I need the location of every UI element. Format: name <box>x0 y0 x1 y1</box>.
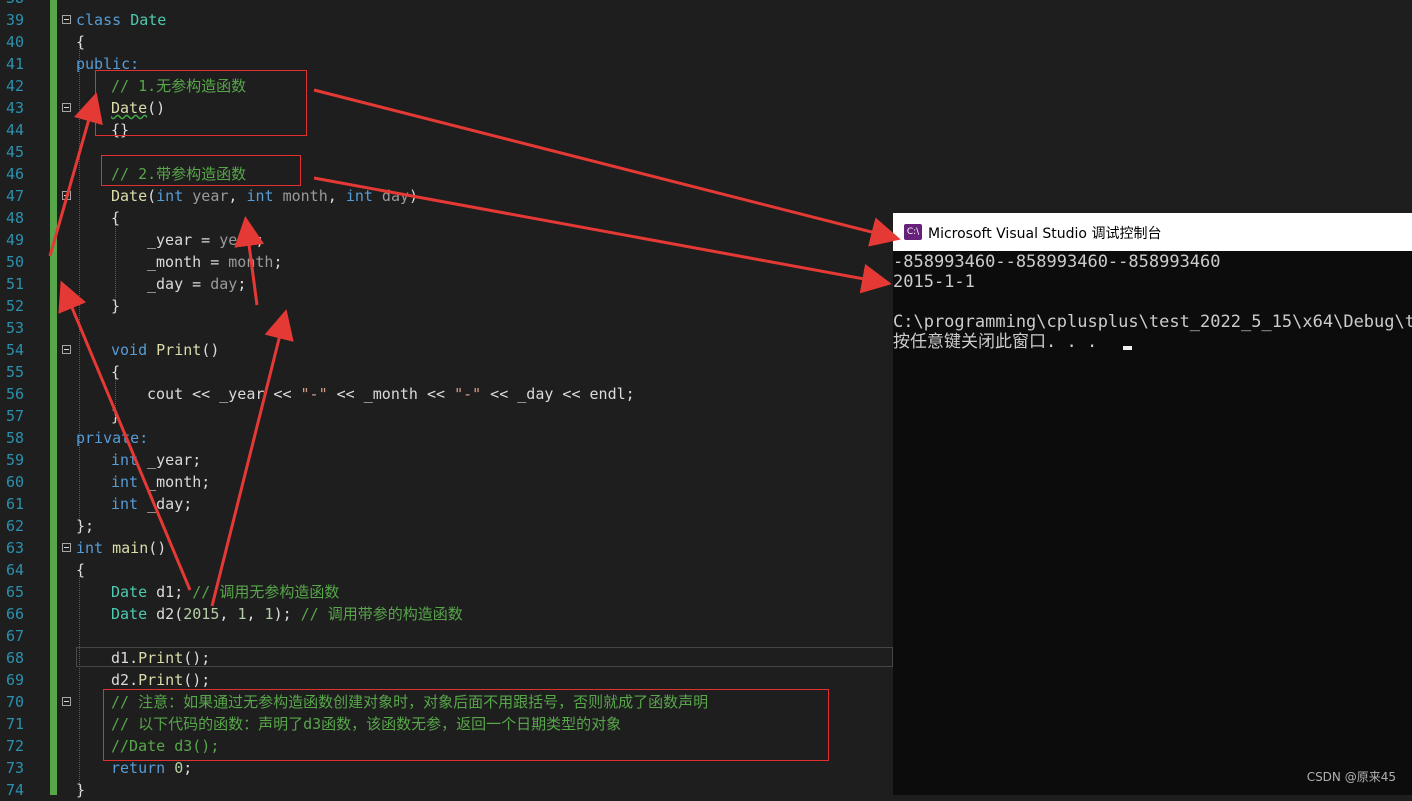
line-number: 53 <box>5 319 24 337</box>
change-tracking-bar <box>50 0 57 795</box>
line-number: 39 <box>5 11 24 29</box>
watermark: CSDN @原来45 <box>1306 770 1396 784</box>
line-number: 59 <box>5 451 24 469</box>
line-number: 68 <box>5 649 24 667</box>
console-output-line: 按任意键关闭此窗口. . . <box>893 332 1098 352</box>
code-line-56[interactable]: cout << _year << "-" << _month << "-" <<… <box>147 383 635 405</box>
line-number: 72 <box>5 737 24 755</box>
line-number: 46 <box>5 165 24 183</box>
code-line-66[interactable]: Date d2(2015, 1, 1); // 调用带参的构造函数 <box>111 603 463 625</box>
collapse-ctor2-icon[interactable] <box>62 191 71 200</box>
console-output-line: C:\programming\cplusplus\test_2022_5_15\… <box>893 312 1412 332</box>
console-title-bar[interactable]: C:\ Microsoft Visual Studio 调试控制台 <box>893 213 1412 251</box>
annotation-box-param-ctor <box>101 155 301 186</box>
collapse-class-icon[interactable] <box>62 15 71 24</box>
line-number: 58 <box>5 429 24 447</box>
line-number: 45 <box>5 143 24 161</box>
line-number: 41 <box>5 55 24 73</box>
collapse-print-icon[interactable] <box>62 345 71 354</box>
code-line-63[interactable]: int main() <box>76 537 166 559</box>
code-line-40[interactable]: { <box>76 31 85 53</box>
line-number-gutter: 38 39 40 41 42 43 44 45 46 47 48 49 50 51 52 53 54 55 56 57… <box>0 0 48 799</box>
code-line-49[interactable]: _year = year; <box>147 229 264 251</box>
line-number: 57 <box>5 407 24 425</box>
line-number: 55 <box>5 363 24 381</box>
line-number: 44 <box>5 121 24 139</box>
line-number: 73 <box>5 759 24 777</box>
line-number: 69 <box>5 671 24 689</box>
line-number: 65 <box>5 583 24 601</box>
code-line-50[interactable]: _month = month; <box>147 251 282 273</box>
collapse-ctor1-icon[interactable] <box>62 103 71 112</box>
annotation-box-note <box>103 689 829 761</box>
collapse-comment-icon[interactable] <box>62 697 71 706</box>
line-number: 70 <box>5 693 24 711</box>
console-cursor <box>1123 346 1132 350</box>
code-line-55[interactable]: { <box>111 361 120 383</box>
line-number: 63 <box>5 539 24 557</box>
line-number: 67 <box>5 627 24 645</box>
code-line-61[interactable]: int _day; <box>111 493 192 515</box>
indent-guide <box>79 576 80 791</box>
line-number: 62 <box>5 517 24 535</box>
debug-console-window[interactable]: C:\ Microsoft Visual Studio 调试控制台 -85899… <box>893 213 1412 795</box>
code-line-48[interactable]: { <box>111 207 120 229</box>
code-line-58[interactable]: private: <box>76 427 148 449</box>
line-number: 74 <box>5 781 24 799</box>
code-line-68[interactable]: d1.Print(); <box>111 647 210 669</box>
code-line-65[interactable]: Date d1; // 调用无参构造函数 <box>111 581 339 603</box>
line-number: 38 <box>0 0 24 9</box>
code-line-47[interactable]: Date(int year, int month, int day) <box>111 185 418 207</box>
vs-console-icon: C:\ <box>904 224 922 240</box>
console-title: Microsoft Visual Studio 调试控制台 <box>928 226 1162 242</box>
line-number: 64 <box>5 561 24 579</box>
code-line-39[interactable]: class Date <box>76 9 166 31</box>
code-line-51[interactable]: _day = day; <box>147 273 246 295</box>
code-line-74[interactable]: } <box>76 779 85 801</box>
line-number: 66 <box>5 605 24 623</box>
line-number: 42 <box>5 77 24 95</box>
code-line-69[interactable]: d2.Print(); <box>111 669 210 691</box>
code-line-62[interactable]: }; <box>76 515 94 537</box>
code-line-59[interactable]: int _year; <box>111 449 201 471</box>
line-number: 40 <box>5 33 24 51</box>
code-line-57[interactable]: } <box>111 405 120 427</box>
line-number: 43 <box>5 99 24 117</box>
line-number: 61 <box>5 495 24 513</box>
indent-guide <box>79 44 80 522</box>
line-number: 52 <box>5 297 24 315</box>
line-number: 71 <box>5 715 24 733</box>
line-number: 50 <box>5 253 24 271</box>
line-number: 54 <box>5 341 24 359</box>
console-output-line: -858993460--858993460--858993460 <box>893 252 1221 272</box>
line-number: 56 <box>5 385 24 403</box>
console-output-line: 2015-1-1 <box>893 272 975 292</box>
annotation-box-default-ctor <box>95 70 307 136</box>
code-line-54[interactable]: void Print() <box>111 339 219 361</box>
line-number: 51 <box>5 275 24 293</box>
line-number: 49 <box>5 231 24 249</box>
line-number: 60 <box>5 473 24 491</box>
code-line-60[interactable]: int _month; <box>111 471 210 493</box>
code-line-52[interactable]: } <box>111 295 120 317</box>
code-line-64[interactable]: { <box>76 559 85 581</box>
collapse-main-icon[interactable] <box>62 543 71 552</box>
line-number: 47 <box>5 187 24 205</box>
line-number: 48 <box>5 209 24 227</box>
